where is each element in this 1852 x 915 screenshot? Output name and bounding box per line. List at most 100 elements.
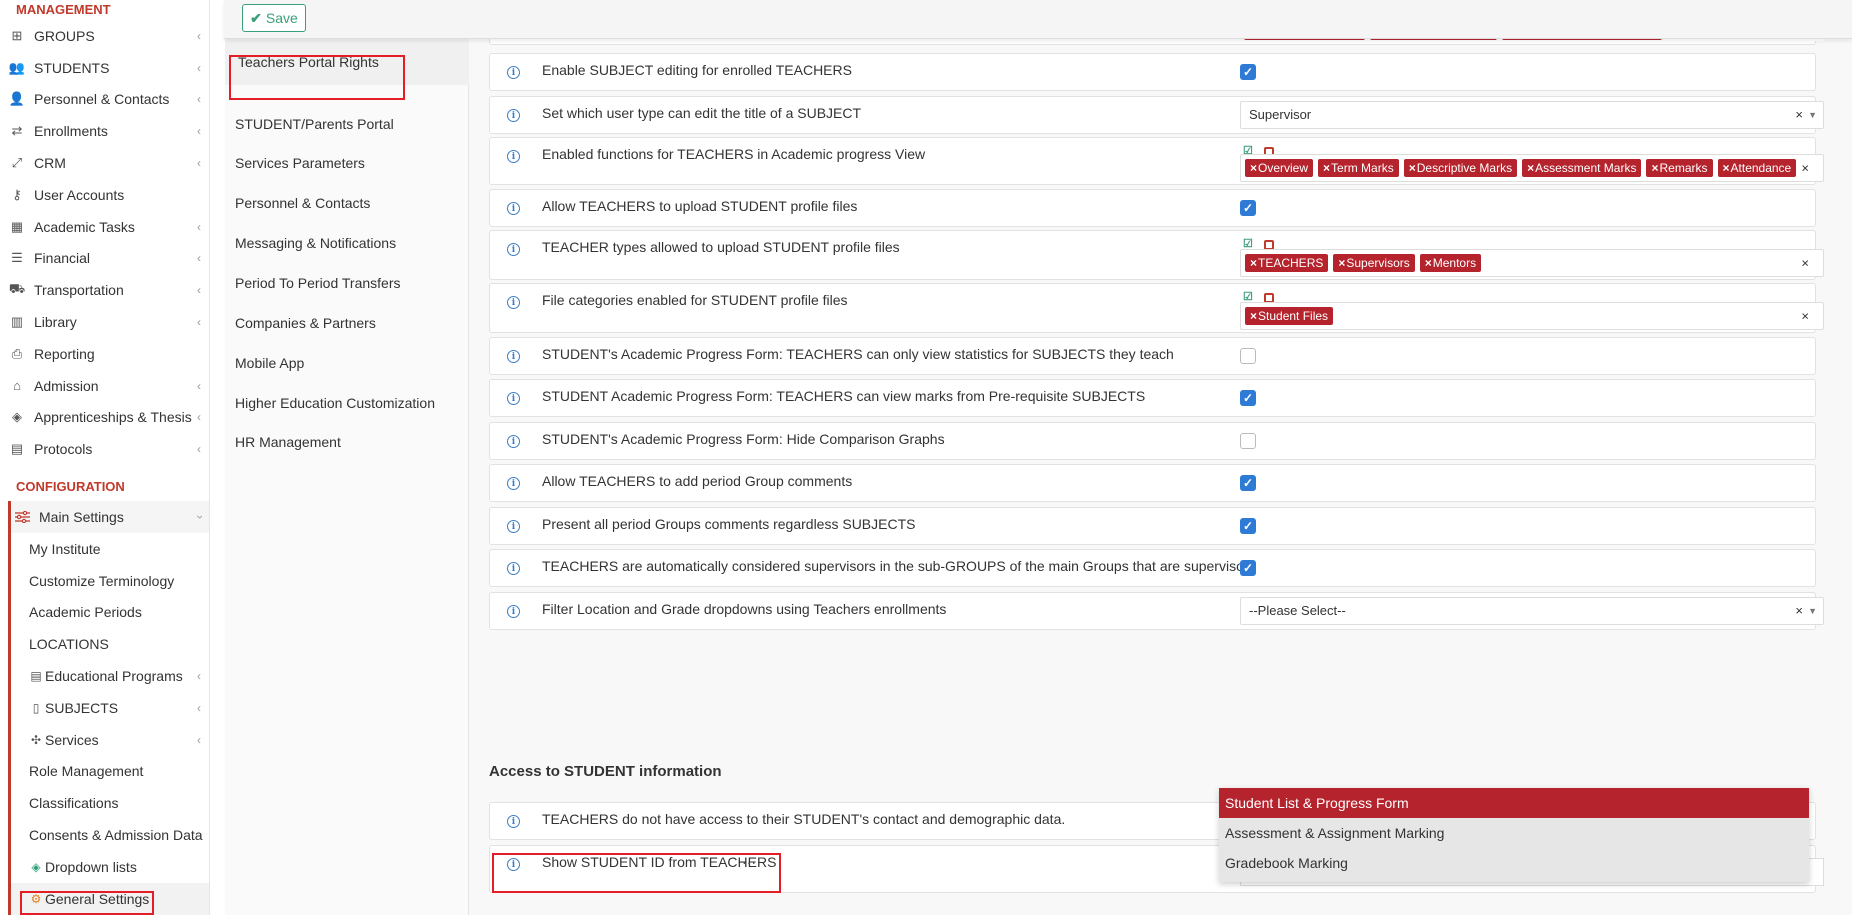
more-icon[interactable]: ···: [742, 854, 756, 870]
settings-menu-mobile-app[interactable]: Mobile App: [235, 353, 304, 373]
nav-transportation[interactable]: ⛟ Transportation ‹: [0, 274, 209, 306]
nav-admission[interactable]: ⌂ Admission ‹: [0, 370, 209, 402]
info-icon[interactable]: i: [507, 66, 520, 79]
clear-icon[interactable]: ×: [1801, 309, 1809, 324]
tag[interactable]: ×Supervisors: [1333, 254, 1415, 272]
info-icon[interactable]: i: [507, 858, 520, 871]
tag-remove-icon[interactable]: ×: [1250, 256, 1257, 270]
tag[interactable]: ×Mentors: [1419, 254, 1482, 272]
setting-select[interactable]: --Please Select-- × ▼: [1240, 597, 1824, 625]
settings-menu-hr-management[interactable]: HR Management: [235, 432, 341, 452]
setting-checkbox[interactable]: ✓: [1240, 390, 1256, 406]
settings-menu-companies-partners[interactable]: Companies & Partners: [235, 313, 376, 333]
info-icon[interactable]: i: [507, 109, 520, 122]
tag[interactable]: ×Attendance: [1717, 159, 1797, 177]
settings-menu-personnel-contacts[interactable]: Personnel & Contacts: [235, 193, 370, 213]
setting-checkbox[interactable]: ✓: [1240, 560, 1256, 576]
nav-subjects[interactable]: ▯ SUBJECTS ‹: [11, 692, 209, 724]
setting-tags-field[interactable]: ×TEACHERS ×Supervisors ×Mentors ×: [1240, 249, 1824, 277]
clear-icon[interactable]: ×: [1801, 256, 1809, 271]
nav-role-management[interactable]: Role Management: [11, 756, 209, 788]
nav-consents-admission-data[interactable]: Consents & Admission Data: [11, 819, 209, 851]
dropdown-option-gradebook-marking[interactable]: Gradebook Marking: [1219, 848, 1809, 878]
clear-icon[interactable]: ×: [1795, 598, 1803, 624]
nav-protocols[interactable]: ▤ Protocols ‹: [0, 433, 209, 465]
info-icon[interactable]: i: [507, 243, 520, 256]
settings-menu-period-to-period-transfers[interactable]: Period To Period Transfers: [235, 273, 401, 293]
tag-remove-icon[interactable]: ×: [1527, 161, 1534, 175]
nav-locations[interactable]: LOCATIONS: [11, 628, 209, 660]
nav-classifications[interactable]: Classifications: [11, 787, 209, 819]
info-icon[interactable]: i: [507, 350, 520, 363]
info-icon[interactable]: i: [507, 392, 520, 405]
clear-icon[interactable]: ×: [1801, 161, 1809, 176]
info-icon[interactable]: i: [507, 202, 520, 215]
tag-remove-icon[interactable]: ×: [1250, 161, 1257, 175]
setting-checkbox[interactable]: ✓: [1240, 475, 1256, 491]
dropdown-option-assessment-assignment-marking[interactable]: Assessment & Assignment Marking: [1219, 818, 1809, 848]
tag[interactable]: ×Remarks: [1646, 159, 1713, 177]
setting-checkbox[interactable]: ✓: [1240, 518, 1256, 534]
setting-tags-field[interactable]: ×Overview ×Term Marks ×Descriptive Marks ×A…: [1240, 154, 1824, 182]
settings-menu-teachers-portal-rights[interactable]: Teachers Portal Rights: [225, 39, 469, 85]
tag-remove-icon[interactable]: ×: [1409, 161, 1416, 175]
tag-remove-icon[interactable]: ×: [1250, 309, 1257, 323]
nav-library[interactable]: ▥ Library ‹: [0, 306, 209, 338]
info-icon[interactable]: i: [507, 477, 520, 490]
nav-financial[interactable]: ☰ Financial ‹: [0, 243, 209, 275]
nav-students[interactable]: 👥 STUDENTS ‹: [0, 52, 209, 84]
tag[interactable]: ×Assessment Marks: [1522, 159, 1642, 177]
nav-groups[interactable]: ⊞ GROUPS ‹: [0, 20, 209, 52]
nav-enrollments[interactable]: ⇄ Enrollments ‹: [0, 115, 209, 147]
tag-remove-icon[interactable]: ×: [1723, 161, 1730, 175]
settings-menu-student-parents-portal[interactable]: STUDENT/Parents Portal: [235, 114, 394, 134]
nav-main-settings[interactable]: Main Settings ‹: [11, 501, 209, 533]
settings-menu-services-parameters[interactable]: Services Parameters: [235, 153, 365, 173]
tag[interactable]: ×Overview: [1245, 159, 1314, 177]
nav-label: My Institute: [29, 540, 101, 557]
nav-academic-tasks[interactable]: ▦ Academic Tasks ‹: [0, 211, 209, 243]
nav-apprenticeships-thesis[interactable]: ◈ Apprenticeships & Thesis ‹: [0, 402, 209, 434]
info-icon[interactable]: i: [507, 296, 520, 309]
info-icon[interactable]: i: [507, 815, 520, 828]
setting-label: TEACHER types allowed to upload STUDENT …: [542, 239, 900, 255]
tag[interactable]: ×Term Marks: [1318, 159, 1399, 177]
info-icon[interactable]: i: [507, 150, 520, 163]
tag[interactable]: ×TEACHERS: [1245, 254, 1329, 272]
settings-menu-higher-education-customization[interactable]: Higher Education Customization: [235, 393, 435, 413]
nav-customize-terminology[interactable]: Customize Terminology: [11, 565, 209, 597]
tag[interactable]: ×Student Files: [1245, 307, 1334, 325]
tag[interactable]: ×Descriptive Marks: [1403, 159, 1518, 177]
nav-user-accounts[interactable]: ⚷ User Accounts: [0, 179, 209, 211]
info-icon[interactable]: i: [507, 605, 520, 618]
tag-remove-icon[interactable]: ×: [1651, 161, 1658, 175]
setting-checkbox[interactable]: [1240, 348, 1256, 364]
tag-remove-icon[interactable]: ×: [1323, 161, 1330, 175]
nav-crm[interactable]: ⤢ CRM ‹: [0, 147, 209, 179]
chevron-left-icon: ‹: [197, 156, 201, 171]
info-icon[interactable]: i: [507, 520, 520, 533]
nav-general-settings[interactable]: ⚙ General Settings: [11, 882, 209, 915]
setting-checkbox[interactable]: ✓: [1240, 64, 1256, 80]
settings-menu-messaging-notifications[interactable]: Messaging & Notifications: [235, 233, 396, 253]
nav-academic-periods[interactable]: Academic Periods: [11, 597, 209, 629]
deselect-all-icon[interactable]: [1264, 239, 1274, 250]
nav-educational-programs[interactable]: ▤ Educational Programs ‹: [11, 660, 209, 692]
save-button[interactable]: ✔ Save: [242, 4, 306, 32]
dropdown-option-student-list-progress-form[interactable]: Student List & Progress Form: [1219, 788, 1809, 818]
setting-checkbox[interactable]: ✓: [1240, 200, 1256, 216]
setting-checkbox[interactable]: [1240, 433, 1256, 449]
info-icon[interactable]: i: [507, 435, 520, 448]
clear-icon[interactable]: ×: [1795, 102, 1803, 128]
setting-tags-field[interactable]: ×Student Files ×: [1240, 302, 1824, 330]
nav-personnel-contacts[interactable]: 👤 Personnel & Contacts ‹: [0, 84, 209, 116]
deselect-all-icon[interactable]: [1264, 292, 1274, 303]
nav-reporting[interactable]: ⎙ Reporting: [0, 338, 209, 370]
tag-remove-icon[interactable]: ×: [1425, 256, 1432, 270]
info-icon[interactable]: i: [507, 562, 520, 575]
nav-services[interactable]: ✣ Services ‹: [11, 724, 209, 756]
nav-my-institute[interactable]: My Institute: [11, 533, 209, 565]
tag-remove-icon[interactable]: ×: [1338, 256, 1345, 270]
setting-select[interactable]: Supervisor × ▼: [1240, 101, 1824, 129]
nav-dropdown-lists[interactable]: ◈ Dropdown lists: [11, 851, 209, 883]
